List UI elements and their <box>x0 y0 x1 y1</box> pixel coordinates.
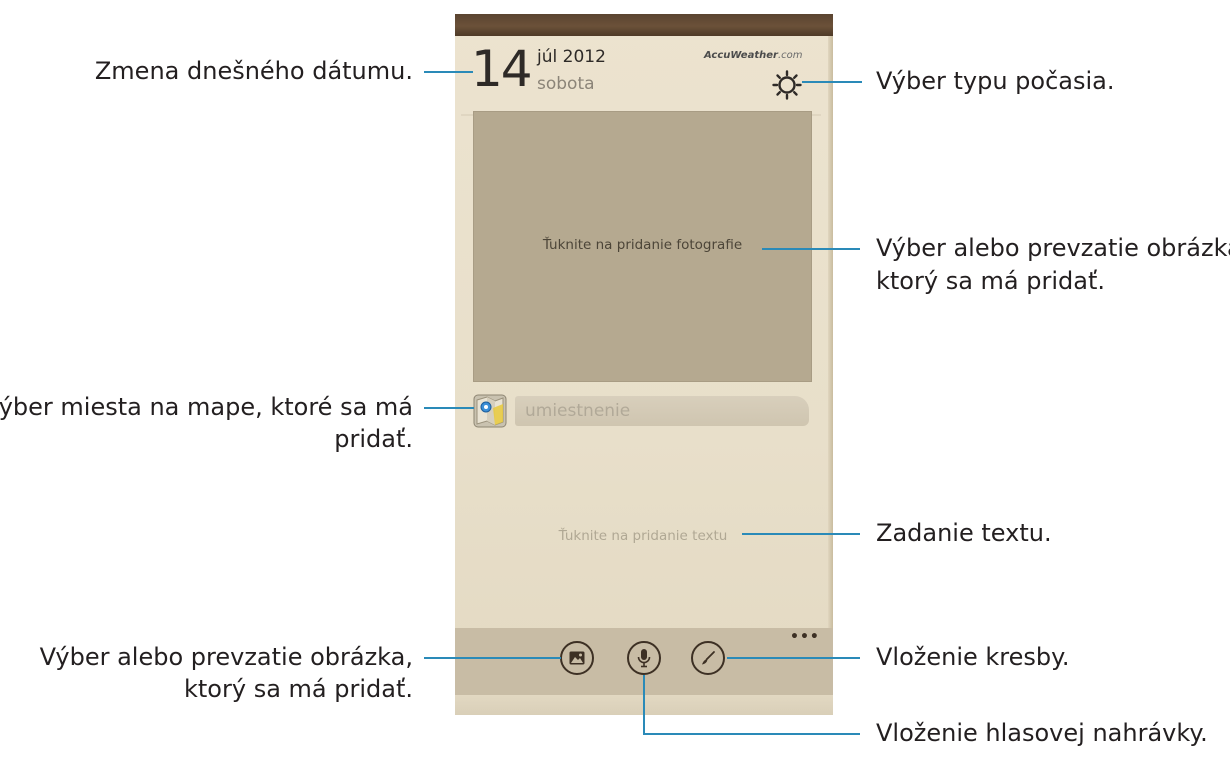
callout-image-line1: Výber alebo prevzatie obrázka, <box>39 643 413 671</box>
insert-drawing-button[interactable] <box>691 641 725 675</box>
callout-line-date <box>424 71 473 73</box>
accuweather-brand: AccuWeather <box>704 50 778 61</box>
more-options-button[interactable]: ••• <box>790 630 819 646</box>
brush-icon <box>702 651 715 665</box>
sun-gear-icon <box>772 70 802 100</box>
callout-line-image <box>424 657 561 659</box>
accuweather-suffix: .com <box>777 50 803 61</box>
date-month-year[interactable]: júl 2012 <box>537 47 606 67</box>
callout-line-text <box>742 533 860 535</box>
weather-type-button[interactable] <box>772 70 802 100</box>
callout-line-map <box>424 407 474 409</box>
callout-line-photo <box>762 248 860 250</box>
image-icon <box>569 651 585 665</box>
callout-drawing: Vloženie kresby. <box>876 643 1070 671</box>
journal-screen: 14 júl 2012 sobota AccuWeather.com Ťukni… <box>455 14 833 715</box>
callout-line-voice <box>643 733 860 735</box>
insert-voice-button[interactable] <box>627 641 661 675</box>
photo-placeholder[interactable]: Ťuknite na pridanie fotografie <box>473 111 812 382</box>
map-icon <box>473 394 507 428</box>
photo-hint-text: Ťuknite na pridanie fotografie <box>542 237 743 253</box>
text-hint: Ťuknite na pridanie textu <box>558 528 728 544</box>
accuweather-logo: AccuWeather.com <box>704 50 803 61</box>
date-day[interactable]: 14 <box>471 44 533 94</box>
callout-photo-line1: Výber alebo prevzatie obrázka, <box>876 234 1230 262</box>
callout-voice: Vloženie hlasovej nahrávky. <box>876 719 1208 747</box>
callout-weather: Výber typu počasia. <box>876 67 1115 95</box>
callout-map-line2: pridať. <box>334 425 413 453</box>
callout-text: Zadanie textu. <box>876 519 1052 547</box>
callout-map-line1: Výber miesta na mape, ktoré sa má <box>0 393 413 421</box>
location-field[interactable]: umiestnenie <box>515 396 809 426</box>
map-button[interactable] <box>473 394 507 428</box>
page-edge <box>828 36 833 715</box>
date-weekday[interactable]: sobota <box>537 74 595 94</box>
microphone-icon <box>637 649 651 668</box>
callout-date: Zmena dnešného dátumu. <box>94 57 413 85</box>
callout-image-line2: ktorý sa má pridať. <box>184 675 413 703</box>
callout-line-weather <box>802 81 862 83</box>
callout-line-drawing <box>727 657 860 659</box>
location-row: umiestnenie <box>473 392 813 430</box>
callout-photo-line2: ktorý sa má pridať. <box>876 267 1105 295</box>
insert-image-button[interactable] <box>560 641 594 675</box>
callout-line-voice-vertical <box>643 675 645 735</box>
leather-cover-strip <box>455 14 833 36</box>
